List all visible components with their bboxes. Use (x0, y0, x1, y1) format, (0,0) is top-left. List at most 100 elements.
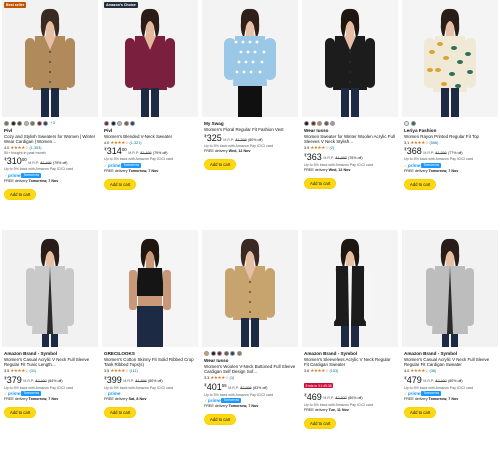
color-swatch[interactable] (223, 350, 229, 356)
color-swatch[interactable] (304, 120, 309, 126)
add-to-cart-button[interactable]: Add to cart (104, 178, 137, 190)
product-image[interactable] (402, 0, 498, 117)
product-card[interactable]: Amazon's Choice Pivl Women's Blended V-Nec… (102, 0, 198, 191)
add-to-cart-button[interactable]: Add to cart (104, 407, 137, 419)
color-swatch[interactable] (17, 120, 22, 126)
product-card[interactable]: Wear Iusso Women's Woolen V-Neck Buttoned… (202, 230, 298, 426)
product-image-svg[interactable] (2, 230, 98, 347)
star-rating-icon[interactable]: ★★★★☆ (310, 368, 328, 374)
product-title-link[interactable]: Cozy and Stylish Sweaters for Women | Wi… (4, 134, 96, 145)
price-row: ₹401 55 M.R.P: ₹2,999 (83% off) (204, 382, 296, 392)
rating-count-link[interactable]: (556) (429, 141, 438, 145)
product-title-link[interactable]: Women's Floral Regular Fit Fashion Vest (204, 127, 296, 132)
star-rating-icon[interactable]: ★★★★☆ (10, 368, 28, 374)
cashback-offer: Up to 5% back with Amazon Pay ICICI card (204, 144, 274, 149)
product-image-svg[interactable] (302, 0, 398, 117)
product-title-link[interactable]: Women Sweater for Winter Woolen Acrylic … (304, 134, 396, 145)
product-image[interactable] (202, 230, 298, 347)
color-swatch[interactable] (317, 120, 322, 126)
product-title-link[interactable]: Women Rayon Printed Regular Fit Top (404, 134, 496, 139)
product-image-svg[interactable] (302, 230, 398, 347)
product-image-svg[interactable] (102, 0, 198, 117)
product-title-link[interactable]: Women's Sleeveless Acrylic V Neck Regula… (304, 357, 396, 368)
product-image[interactable]: Amazon's Choice (102, 0, 198, 117)
product-card[interactable]: Wear Iusso Women Sweater for Winter Woole… (302, 0, 398, 190)
color-swatch[interactable] (4, 120, 9, 126)
color-swatch[interactable] (43, 120, 48, 126)
rating-count-link[interactable]: (1,321) (129, 141, 141, 145)
product-card[interactable]: Amazon Brand - Symbol Women's Casual Acry… (402, 230, 498, 419)
price-whole: 314 (106, 146, 122, 157)
rating-count-link[interactable]: (31) (29, 369, 36, 373)
add-to-cart-button[interactable]: Add to cart (204, 159, 237, 171)
color-swatch[interactable] (330, 120, 335, 126)
star-rating-icon[interactable]: ★★★★☆ (410, 368, 428, 374)
rating-count-link[interactable]: (111) (129, 369, 137, 373)
product-card[interactable]: Best seller +3 Pivl Cozy and Stylish Sweate… (2, 0, 98, 201)
product-card[interactable]: Amazon Brand - Symbol Women's Casual Acry… (2, 230, 98, 419)
color-swatch[interactable] (236, 350, 242, 356)
star-rating-icon[interactable]: ★★★★☆ (110, 140, 128, 146)
product-title-link[interactable]: Women's Blended V-Neck Sweater (104, 134, 196, 139)
rating-count-link[interactable]: (1,353) (29, 146, 41, 150)
rating-count-link[interactable]: (2) (329, 146, 334, 150)
color-swatch[interactable] (104, 120, 109, 126)
product-image-svg[interactable] (402, 230, 498, 347)
add-to-cart-button[interactable]: Add to cart (4, 188, 37, 200)
rating-count-link[interactable]: (3) (229, 376, 234, 380)
product-image[interactable] (402, 230, 498, 347)
add-to-cart-button[interactable]: Add to cart (204, 414, 237, 426)
color-swatch[interactable] (36, 120, 42, 126)
add-to-cart-button[interactable]: Add to cart (404, 178, 437, 190)
color-swatch[interactable] (23, 120, 29, 126)
color-swatch[interactable] (117, 120, 122, 126)
color-swatch[interactable] (310, 120, 316, 126)
product-title-link[interactable]: Women's Cotton Skinny Fit Solid Ribbed C… (104, 357, 196, 368)
product-card[interactable]: My Swag Women's Floral Regular Fit Fashio… (202, 0, 298, 171)
color-swatch[interactable] (30, 120, 35, 126)
product-image[interactable] (102, 230, 198, 347)
color-swatch[interactable] (123, 120, 129, 126)
star-rating-icon[interactable]: ★★★★☆ (210, 375, 228, 381)
delivery-date: Tomorrow, 7 Nov (428, 168, 459, 173)
add-to-cart-button[interactable]: Add to cart (404, 407, 437, 419)
product-image-svg[interactable] (402, 0, 498, 117)
color-swatch[interactable] (130, 120, 135, 126)
star-rating-icon[interactable]: ★★★★☆ (410, 140, 428, 146)
product-image[interactable] (202, 0, 298, 117)
product-image-svg[interactable] (202, 230, 298, 347)
add-to-cart-button[interactable]: Add to cart (4, 407, 37, 419)
product-title-link[interactable]: Women's Casual Acrylic V Neck Full Sleev… (404, 357, 496, 368)
delivery-info: FREE delivery Tomorrow, 7 Nov (404, 397, 496, 401)
product-card[interactable]: Leriya Fashion Women Rayon Printed Regula… (402, 0, 498, 191)
add-to-cart-button[interactable]: Add to cart (304, 417, 337, 429)
color-swatch[interactable] (217, 350, 222, 356)
color-swatch[interactable] (210, 350, 216, 356)
product-image[interactable] (302, 0, 398, 117)
product-image-svg[interactable] (202, 0, 298, 117)
mrp-value: ₹2,400 (35, 379, 47, 384)
color-swatch[interactable] (404, 120, 409, 126)
product-card[interactable]: GRECILOOKS Women's Cotton Skinny Fit Soli… (102, 230, 198, 419)
rating-count-link[interactable]: (153) (329, 369, 338, 373)
product-title-link[interactable]: Women's Casual Acrylic V Neck Full Sleev… (4, 357, 96, 368)
rating-count-link[interactable]: (36) (429, 369, 436, 373)
color-swatch[interactable] (323, 120, 329, 126)
product-image-svg[interactable] (2, 0, 98, 117)
product-image-svg[interactable] (102, 230, 198, 347)
star-rating-icon[interactable]: ★★★★☆ (310, 145, 328, 151)
product-card[interactable]: Amazon Brand - Symbol Women's Sleeveless … (302, 230, 398, 430)
product-image[interactable] (2, 230, 98, 347)
product-title-link[interactable]: Women's Woolen V-Neck Buttoned Full Slee… (204, 364, 296, 375)
delivery-date: Wed, 12 Nov (328, 167, 351, 172)
color-swatch[interactable] (410, 120, 416, 126)
star-rating-icon[interactable]: ★★★★☆ (110, 368, 128, 374)
more-colors-link[interactable]: +3 (51, 121, 55, 125)
color-swatch[interactable] (204, 350, 209, 356)
color-swatch[interactable] (110, 120, 116, 126)
product-image[interactable] (302, 230, 398, 347)
product-image[interactable]: Best seller (2, 0, 98, 117)
color-swatch[interactable] (10, 120, 16, 126)
color-swatch[interactable] (230, 350, 235, 356)
add-to-cart-button[interactable]: Add to cart (304, 177, 337, 189)
